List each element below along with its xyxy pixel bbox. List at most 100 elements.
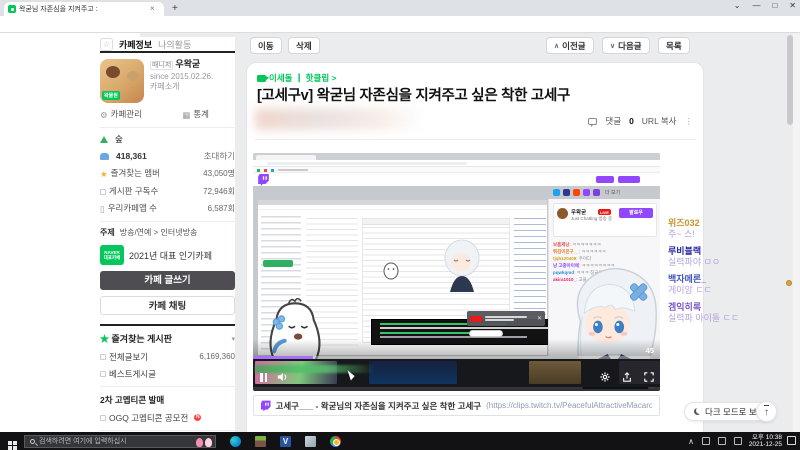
move-post-button[interactable]: 이동 [250,37,282,54]
post-category[interactable]: 이세돌 ┃ 핫클립 > [257,72,336,84]
seek-bar[interactable] [253,356,660,359]
system-tray: ∧ [688,432,742,450]
sidebar-section: 2차 고멥티콘 발매 [100,395,165,405]
share-upload-icon[interactable] [622,372,632,382]
tray-icon[interactable] [734,437,742,445]
prev-post-button[interactable]: ∧ 이전글 [546,37,594,54]
cafe-chat-button[interactable]: 카페 채팅 [100,296,235,315]
manager-name[interactable]: 우왁굳 [175,59,200,69]
counter-label: ▯ 우리카페앱 수 [100,203,157,214]
tray-icon[interactable] [702,437,710,445]
favorite-boards-header[interactable]: ★ 즐겨찾는 게시판 ▾ [100,324,235,345]
toast-close-icon: ✕ [536,316,542,322]
tab-cafe-info[interactable]: 카페정보 [119,38,152,51]
manager-badge: 매니저 [150,61,174,70]
tray-expand-icon[interactable]: ∧ [688,437,694,446]
forest-icon [100,135,108,143]
post-card: 이세돌 ┃ 핫클립 > [고세구v] 왁굳님 자존심을 지켜주고 싶은 착한 고… [246,62,704,432]
comment-icon [588,117,598,127]
edge-icon[interactable] [230,435,241,447]
inner-mascot [383,262,399,280]
streamer-status: Just Chatting 방송 중 [571,216,613,221]
new-tab-button[interactable]: + [172,4,178,14]
close-button[interactable]: ✕ [789,1,796,10]
browser-tab[interactable]: 왁굳님 자존심을 지켜주고 : × [4,2,164,16]
counter-label: ★ 즐겨찾는 멤버 [100,168,160,179]
v-app-icon[interactable]: V [280,435,291,447]
taskbar-search[interactable]: 검색하려면 여기에 입력하십시 [24,434,216,448]
reddit-icon [573,189,580,196]
live-badge: LIVE [598,209,611,215]
clip-link-box[interactable]: 고세구___ - 왁굳님의 자존심을 지켜주고 싶은 착한 고세구 (https… [253,395,660,416]
comment-label[interactable]: 댓글 [605,115,621,127]
action-center-icon[interactable] [787,436,796,445]
time-remaining: 45 [645,346,654,355]
delete-post-button[interactable]: 삭제 [288,37,320,54]
minecraft-icon[interactable] [255,435,266,447]
taskbar-clock[interactable]: 오후 10:38 2021-12-25 [749,434,782,448]
fullscreen-icon[interactable] [644,372,654,382]
cafe-write-button[interactable]: 카페 글쓰기 [100,271,235,290]
maximize-button[interactable]: □ [772,1,777,10]
url-copy-button[interactable]: URL 복사 [642,115,677,127]
explorer-icon[interactable] [305,435,316,447]
next-post-button[interactable]: ∨ 다음글 [602,37,650,54]
streamer-name: 우왁굳 [571,210,587,216]
volume-icon[interactable] [277,372,287,382]
pause-button[interactable] [260,372,267,382]
cafe-since: since 2015.02.26. [150,71,214,81]
tab-my-activity[interactable]: 나의활동 [158,38,191,51]
sidebar-item-ogq-contest[interactable]: OGQ 고멥티콘 공모전 N [100,412,235,424]
tab-close-icon[interactable]: × [150,5,155,13]
inner-follow-pill [469,330,503,337]
more-button: 더 보기 [605,190,621,196]
moon-icon [694,408,701,415]
comment-count: 0 [629,116,634,126]
tab-title: 왁굳님 자존심을 지켜주고 : [19,6,98,13]
window-controls: ⌄ — □ ✕ [734,1,796,10]
award-text: 2021년 대표 인기카페 [129,250,212,261]
new-badge: N [194,414,202,421]
list-button[interactable]: 목록 [658,37,690,54]
video-player[interactable]: 더 보기 ✕ 우왁굳 LIVE Just Chatting 방송 중 팔로우 보… [253,153,660,391]
scroll-to-top-button[interactable]: ↑ [756,401,777,422]
browser-tabbar: 왁굳님 자존심을 지켜주고 : × + ⌄ — □ ✕ [0,0,800,16]
counter-value: 43,050명 [203,169,235,178]
cafe-profile-image[interactable]: 왁물원 [100,59,144,103]
cafe-stats-link[interactable]: ▦ 통계 [182,108,209,121]
facebook-icon [563,189,570,196]
cafe-favicon [8,5,16,13]
tab-search-icon[interactable]: ⌄ [734,1,741,10]
twitch-icon [261,400,271,411]
inner-anime-girl [444,239,480,292]
tray-icon[interactable] [718,437,726,445]
chrome-icon[interactable] [330,435,341,447]
cafe-intro-link[interactable]: 카페소개 [150,82,213,93]
scrollbar-thumb[interactable] [786,35,793,125]
cafe-sidebar: ☆ 카페정보 나의활동 왁물원 매니저 우왁굳 since 2015.02.26.… [100,37,235,432]
chat-message: 위즈032 주~ 스! [668,218,700,239]
scrollbar-track[interactable] [793,33,800,432]
collapse-icon[interactable]: ▾ [231,335,235,343]
badge-icon [786,280,792,286]
clip-url[interactable]: (https://clips.twitch.tv/PeacefulAttract… [486,401,652,410]
sidebar-item-all-posts[interactable]: 전체글보기 6,169,360 [100,351,235,363]
chat-message: 루비블랙 실력파야 ㅁㅇ [668,246,721,267]
favorite-star-icon[interactable]: ☆ [100,37,113,51]
invite-link[interactable]: 초대하기 [204,150,235,162]
clip-title: 고세구___ - 왁굳님의 자존심을 지켜주고 싶은 착한 고세구 [275,400,482,411]
twitch-share-icon [583,189,590,196]
screen: 왁굳님 자존심을 지켜주고 : × + ⌄ — □ ✕ ← → ⟳ cafe.n… [0,0,800,450]
settings-gear-icon[interactable] [600,372,610,382]
follow-button: 팔로우 [619,208,653,218]
forest-link[interactable]: 숲 [115,133,123,145]
post-kebab-icon[interactable]: ⋮ [685,116,694,127]
minimize-button[interactable]: — [752,1,760,10]
sidebar-item-best-posts[interactable]: 베스트게시글 [100,368,235,380]
search-highlight-icon [196,437,212,447]
cafe-manage-link[interactable]: ⚙ 카페관리 [100,108,142,121]
start-button[interactable] [0,432,24,450]
topic-value[interactable]: 방송/연예 > 인터넷방송 [120,227,198,238]
naver-badge-icon: NAVER 대표카페 [100,245,124,265]
post-meta: 댓글 0 URL 복사 ⋮ [588,115,693,127]
